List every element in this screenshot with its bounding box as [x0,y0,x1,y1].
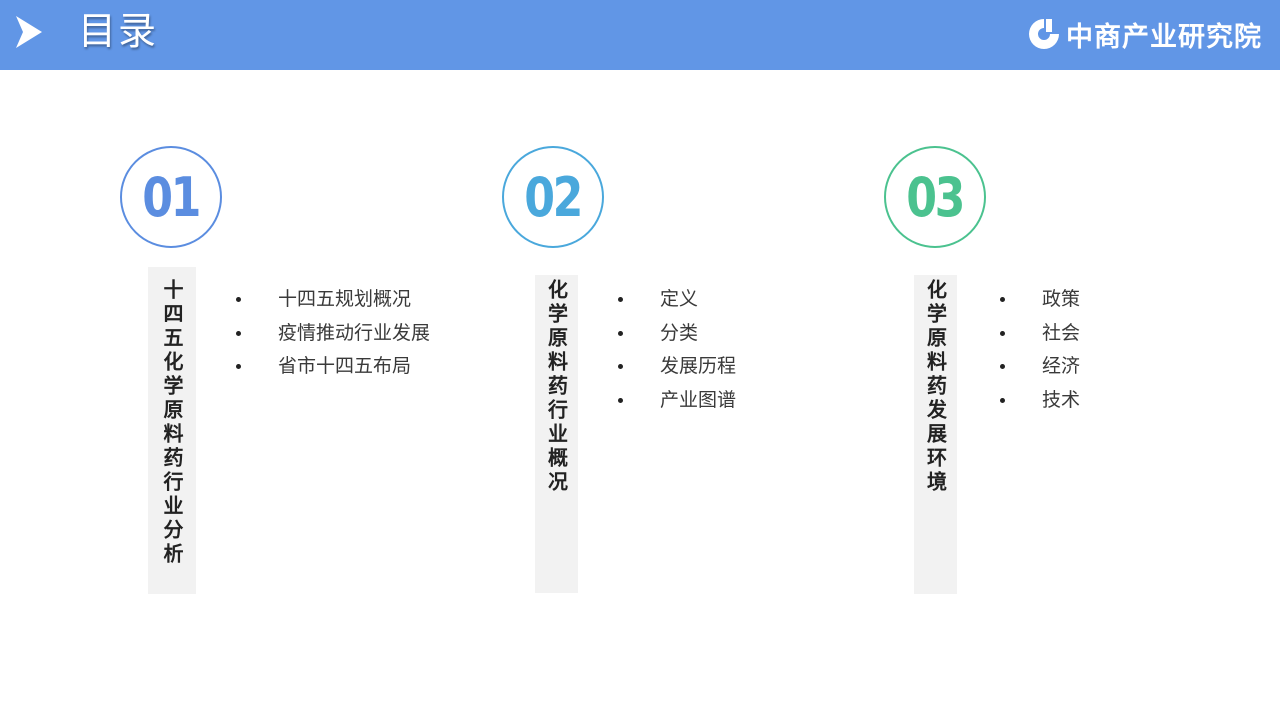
section-1-number: 01 [142,165,202,229]
section-3-heading: 化学原料药发展环境 [923,279,948,495]
section-1-heading: 十四五化学原料药行业分析 [160,279,184,567]
section-2-number-circle: 02 [502,146,604,248]
section-1-item: 省市十四五布局 [236,351,430,385]
header-bar: 目录 中商产业研究院 [0,0,1280,70]
section-3-item-list: 政策 社会 经济 技术 [1000,284,1080,418]
company-logo: 中商产业研究院 [1026,14,1262,54]
section-2-item: 定义 [618,284,736,318]
section-3-heading-bar: 化学原料药发展环境 [914,275,957,594]
section-3-number-circle: 03 [884,146,986,248]
section-3-item: 政策 [1000,284,1080,318]
section-3-item: 经济 [1000,351,1080,385]
section-2-item: 分类 [618,318,736,352]
section-2-heading-bar: 化学原料药行业概况 [535,275,578,593]
section-1-heading-bar: 十四五化学原料药行业分析 [148,267,196,594]
section-1-item: 疫情推动行业发展 [236,318,430,352]
section-2-item: 产业图谱 [618,385,736,419]
section-1-item-list: 十四五规划概况 疫情推动行业发展 省市十四五布局 [236,284,430,385]
section-2-item-list: 定义 分类 发展历程 产业图谱 [618,284,736,418]
section-3-item: 社会 [1000,318,1080,352]
arrow-bullet-icon [16,16,42,48]
section-1-number-circle: 01 [120,146,222,248]
logo-mark-icon [1029,19,1059,49]
logo-text: 中商产业研究院 [1066,21,1262,53]
section-3-number: 03 [906,165,966,229]
section-1-item: 十四五规划概况 [236,284,430,318]
section-2-item: 发展历程 [618,351,736,385]
section-2-number: 02 [524,165,584,229]
page-title: 目录 [78,9,159,53]
section-3-item: 技术 [1000,385,1080,419]
section-2-heading: 化学原料药行业概况 [544,279,569,495]
